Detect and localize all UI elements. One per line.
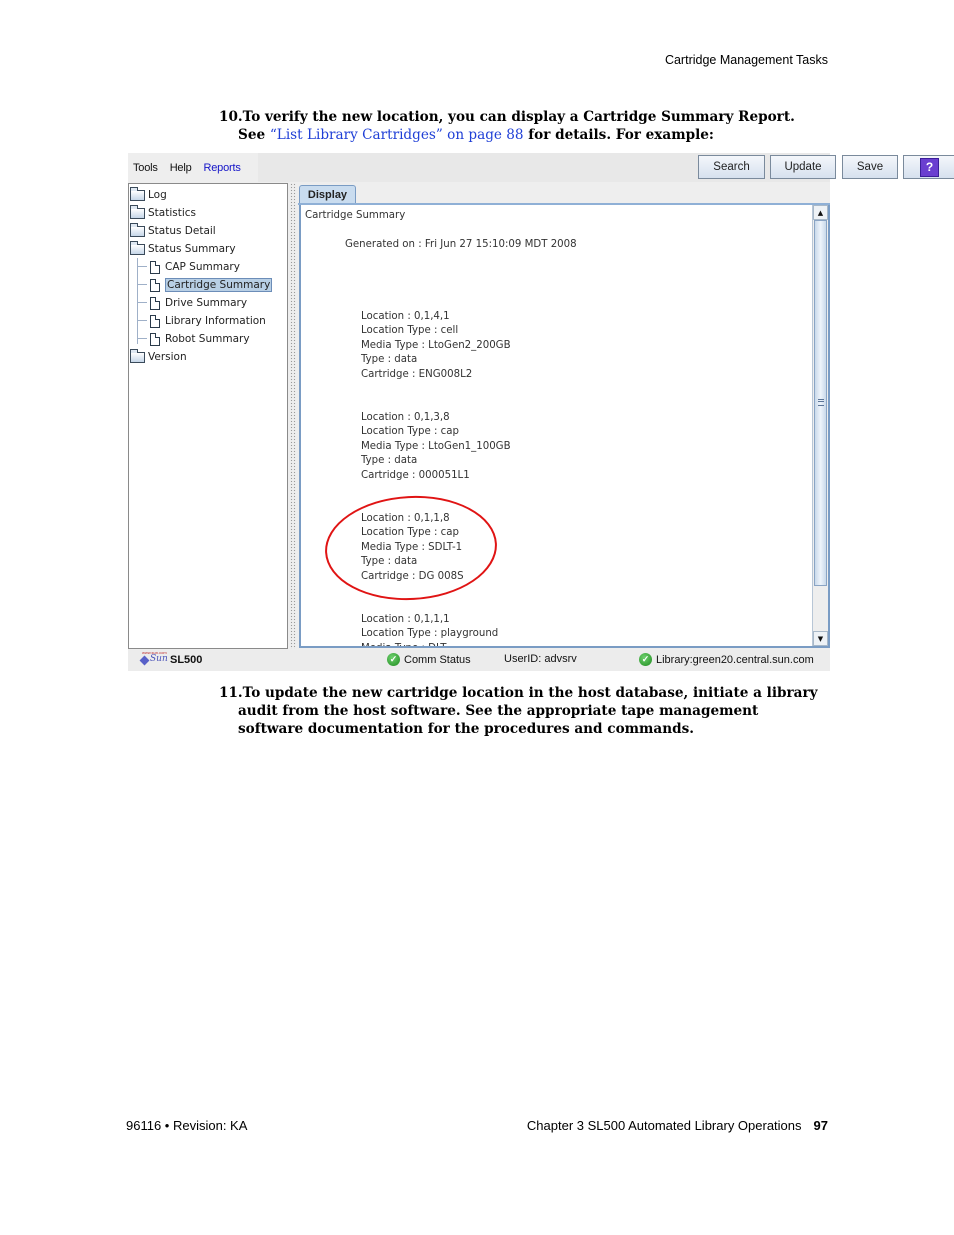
- page-number: 97: [813, 1118, 828, 1133]
- record-location-type: Location Type : playground: [361, 628, 499, 640]
- update-button[interactable]: Update: [770, 155, 836, 179]
- document-icon: [150, 296, 160, 310]
- tree-item-label: Drive Summary: [165, 297, 248, 309]
- step-text-after: for details. For example:: [523, 127, 714, 143]
- tree-item-label-selected: Cartridge Summary: [165, 278, 273, 292]
- cartridge-record: Location : 0,1,1,1 Location Type : playg…: [361, 613, 498, 646]
- footer-chapter: Chapter 3 SL500 Automated Library Operat…: [527, 1118, 828, 1133]
- document-icon: [150, 260, 160, 274]
- status-bar: www.sun.com Sun SL500 ✓ Comm Status UserI…: [128, 650, 830, 671]
- document-icon: [150, 332, 160, 346]
- scroll-up-arrow-icon[interactable]: ▲: [813, 205, 828, 220]
- tree-item-label: Version: [148, 351, 187, 363]
- tree-item-label: Library Information: [165, 315, 266, 327]
- tree-item-version[interactable]: Version: [130, 348, 187, 365]
- running-header: Cartridge Management Tasks: [664, 53, 828, 67]
- record-location: Location : 0,1,1,1: [361, 614, 450, 625]
- step-10: 10.To verify the new location, you can d…: [219, 108, 819, 144]
- tree-item-library-information[interactable]: Library Information: [150, 313, 266, 329]
- split-pane-divider[interactable]: [290, 183, 296, 649]
- tree-item-cartridge-summary[interactable]: Cartridge Summary: [150, 277, 273, 293]
- tree-item-label: Log: [148, 189, 167, 201]
- report-generated-timestamp: Generated on : Fri Jun 27 15:10:09 MDT 2…: [345, 239, 577, 250]
- tree-item-label: Statistics: [148, 207, 196, 219]
- vertical-scrollbar[interactable]: ▲ ▼: [812, 205, 828, 646]
- folder-icon: [130, 240, 145, 255]
- step-11: 11.To update the new cartridge location …: [219, 684, 819, 738]
- document-icon: [150, 278, 160, 292]
- report-tree: Log Statistics Status Detail Status Summ…: [128, 183, 288, 649]
- record-location: Location : 0,1,4,1: [361, 311, 450, 322]
- step-number: 11.: [219, 685, 243, 701]
- record-location-type: Location Type : cell: [361, 325, 459, 337]
- tree-item-cap-summary[interactable]: CAP Summary: [150, 259, 240, 275]
- tree-connector: [137, 266, 147, 267]
- tree-item-statistics[interactable]: Statistics: [130, 204, 196, 221]
- tree-item-label: CAP Summary: [165, 261, 240, 273]
- tree-item-log[interactable]: Log: [130, 186, 167, 203]
- cartridge-record: Location : 0,1,3,8 Location Type : cap M…: [361, 411, 511, 483]
- record-partial-line: Media Type : DLT: [361, 642, 498, 646]
- footer-chapter-title: Chapter 3 SL500 Automated Library Operat…: [526, 1118, 802, 1133]
- tree-connector: [137, 320, 147, 321]
- sl500-console-window: Tools Help Reports Search Update Save ? …: [128, 153, 954, 671]
- menu-help[interactable]: Help: [170, 162, 192, 174]
- scroll-down-arrow-icon[interactable]: ▼: [813, 631, 828, 646]
- menu-tools[interactable]: Tools: [133, 162, 158, 174]
- tree-connector: [137, 338, 147, 339]
- help-question-icon: ?: [920, 157, 939, 177]
- help-button[interactable]: ?: [903, 155, 954, 179]
- report-title: Cartridge Summary: [305, 210, 406, 221]
- menu-reports[interactable]: Reports: [204, 162, 241, 174]
- check-circle-icon: ✓: [639, 653, 652, 666]
- library-hostname: Library:green20.central.sun.com: [656, 653, 814, 666]
- record-media-type: Media Type : LtoGen1_100GB: [361, 440, 511, 452]
- toolbar: Search Update Save ?: [258, 153, 954, 182]
- folder-icon: [130, 186, 145, 201]
- record-type: Type : data: [361, 455, 418, 467]
- record-location: Location : 0,1,3,8: [361, 412, 450, 423]
- tree-item-label: Status Detail: [148, 225, 216, 237]
- tree-item-label: Status Summary: [148, 243, 236, 255]
- record-type: Type : data: [361, 354, 418, 366]
- tree-item-label: Robot Summary: [165, 333, 250, 345]
- product-label: www.sun.com Sun SL500: [139, 650, 203, 667]
- folder-icon: [130, 222, 145, 237]
- tree-item-drive-summary[interactable]: Drive Summary: [150, 295, 247, 311]
- user-id: UserID: advsrv: [504, 653, 577, 665]
- tree-connector: [137, 258, 138, 344]
- record-cartridge: Cartridge : ENG008L2: [361, 368, 473, 380]
- comm-status: ✓ Comm Status: [387, 653, 471, 666]
- record-media-type: Media Type : LtoGen2_200GB: [361, 339, 511, 351]
- menu-bar: Tools Help Reports: [128, 153, 258, 182]
- search-button[interactable]: Search: [698, 155, 765, 179]
- save-button[interactable]: Save: [842, 155, 898, 179]
- cartridge-record: Location : 0,1,4,1 Location Type : cell …: [361, 310, 511, 382]
- tree-item-status-detail[interactable]: Status Detail: [130, 222, 216, 239]
- document-icon: [150, 314, 160, 328]
- record-location-type: Location Type : cap: [361, 426, 459, 438]
- check-circle-icon: ✓: [387, 653, 400, 666]
- tab-strip: Display: [298, 183, 830, 205]
- tree-item-robot-summary[interactable]: Robot Summary: [150, 331, 250, 347]
- scrollbar-thumb[interactable]: [814, 220, 827, 586]
- footer-document-revision: 96116 • Revision: KA: [126, 1118, 248, 1133]
- grip-icon: [818, 399, 824, 406]
- comm-status-label: Comm Status: [404, 653, 471, 666]
- tree-connector: [137, 302, 147, 303]
- tree-connector: [137, 284, 147, 285]
- step-text: To update the new cartridge location in …: [238, 685, 818, 737]
- record-cartridge: Cartridge : 000051L1: [361, 469, 470, 481]
- step-number: 10.: [219, 109, 243, 125]
- library-status: ✓ Library:green20.central.sun.com: [639, 653, 814, 666]
- tree-item-status-summary[interactable]: Status Summary: [130, 240, 236, 257]
- sun-logo-icon: www.sun.com Sun: [139, 650, 168, 667]
- product-name: SL500: [170, 654, 203, 666]
- folder-icon: [130, 348, 145, 363]
- tab-display[interactable]: Display: [299, 185, 356, 203]
- folder-icon: [130, 204, 145, 219]
- cross-reference-link[interactable]: “List Library Cartridges” on page 88: [270, 127, 524, 143]
